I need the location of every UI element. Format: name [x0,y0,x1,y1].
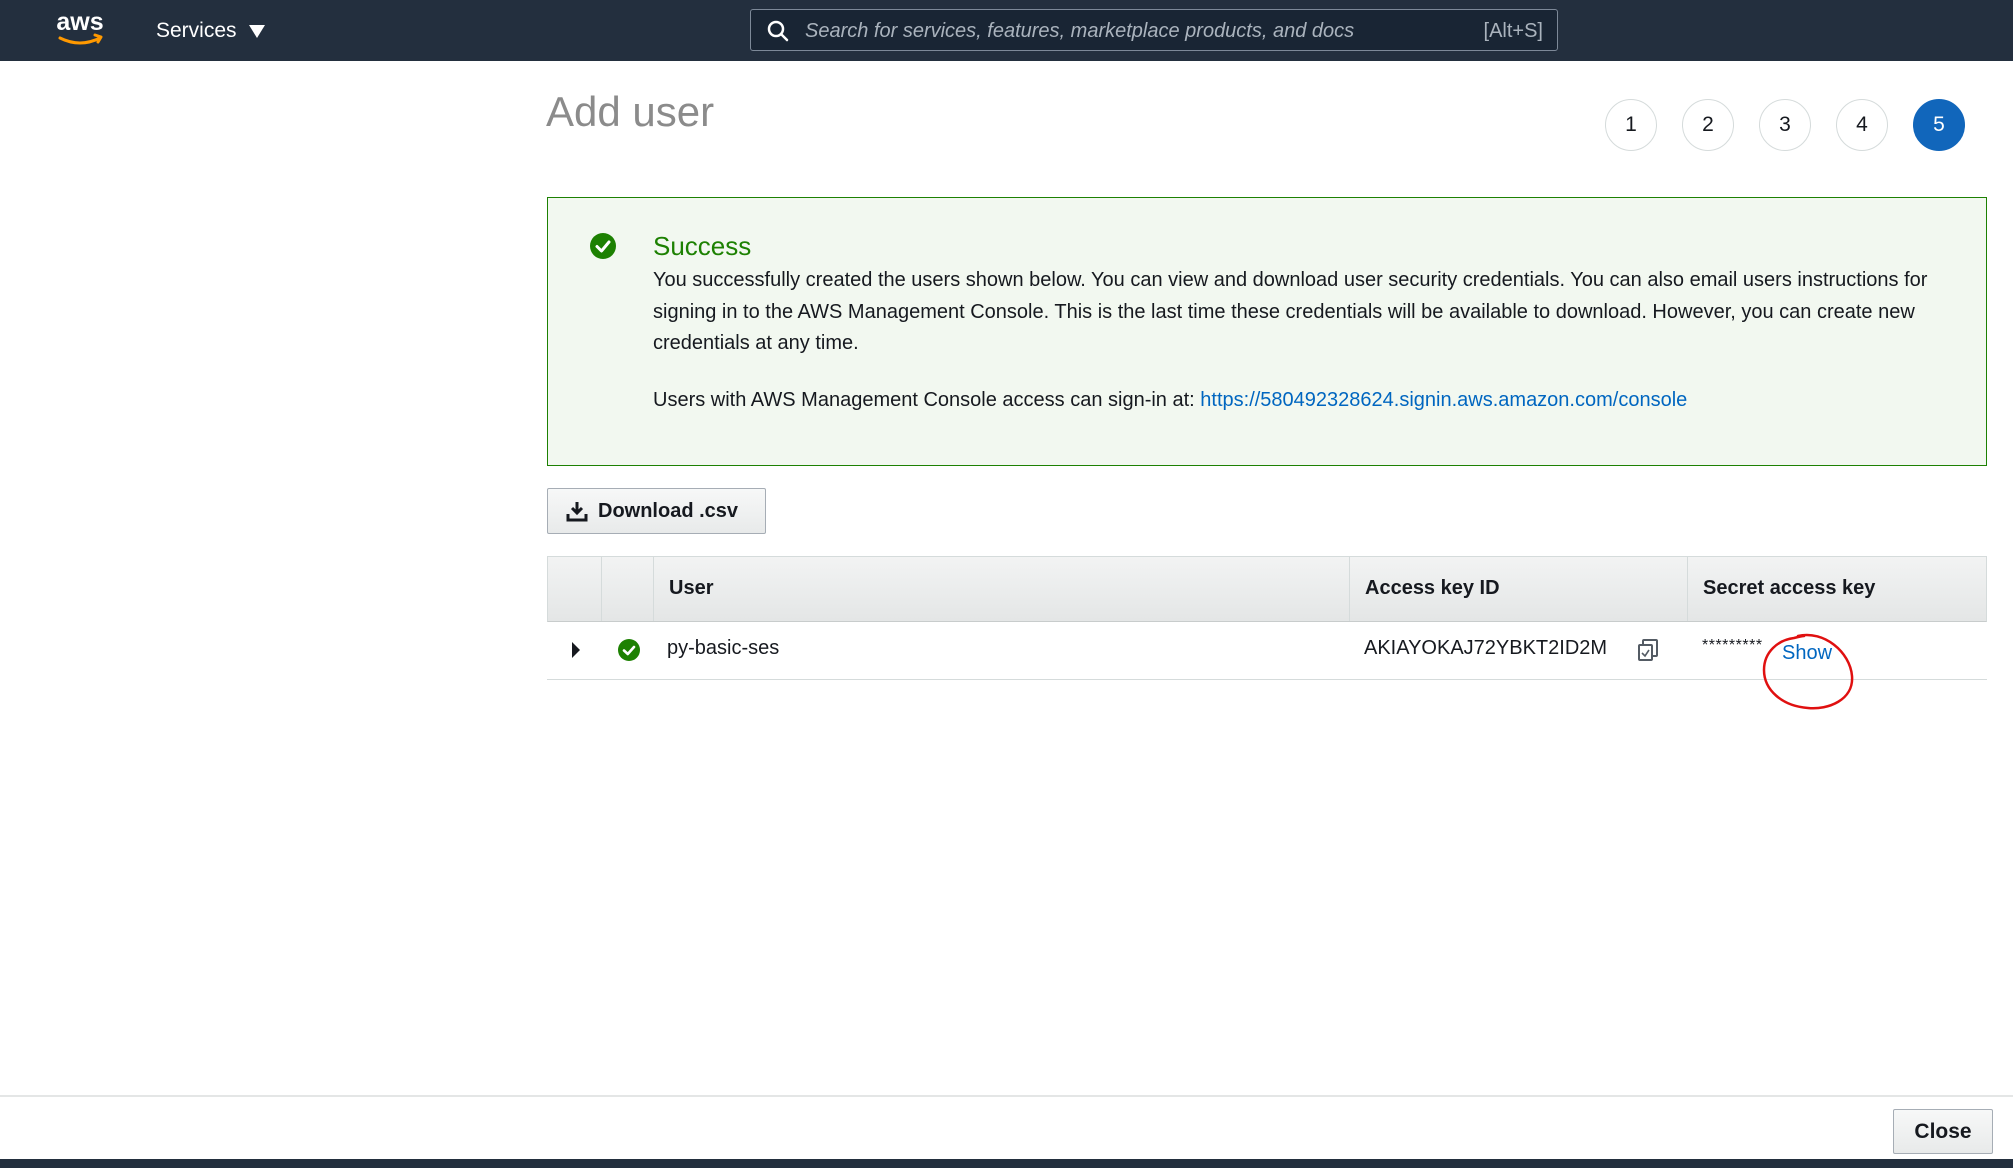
signin-info: Users with AWS Management Console access… [653,385,1687,416]
column-header-access-key-id[interactable]: Access key ID [1365,577,1500,600]
services-menu-button[interactable]: Services [156,16,265,46]
copy-icon[interactable] [1635,637,1661,663]
success-alert: Success You successfully created the use… [547,197,1987,466]
download-icon [566,502,588,522]
alert-message: You successfully created the users shown… [653,269,1928,354]
page-title: Add user [546,88,715,135]
search-shortcut-hint: [Alt+S] [1483,20,1543,42]
users-table-header: User Access key ID Secret access key [547,556,1987,622]
search-placeholder: Search for services, features, marketpla… [805,20,1355,42]
success-check-icon [618,639,640,661]
access-key-id-value: AKIAYOKAJ72YBKT2ID2M [1364,637,1608,659]
download-csv-button[interactable]: Download .csv [547,488,766,534]
step-1[interactable]: 1 [1605,99,1657,151]
caret-down-icon [248,24,265,38]
step-2[interactable]: 2 [1682,99,1734,151]
search-icon [767,20,789,42]
aws-logo[interactable]: aws [52,8,108,50]
step-5-current: 5 [1913,99,1965,151]
close-button[interactable]: Close [1893,1109,1993,1154]
step-4[interactable]: 4 [1836,99,1888,151]
expand-row-caret-icon[interactable] [572,642,580,658]
success-check-icon [590,233,616,259]
column-divider [1349,557,1350,621]
wizard-steps: 1 2 3 4 5 [1605,99,1965,151]
alert-title: Success [653,231,752,261]
secret-key-masked: ********* [1702,637,1763,654]
top-navigation: aws Services Search for services, featur… [0,0,2013,61]
user-name: py-basic-ses [667,637,780,659]
download-label: Download .csv [598,499,739,522]
column-divider [1687,557,1688,621]
signin-prefix: Users with AWS Management Console access… [653,389,1201,411]
svg-text:aws: aws [56,8,103,36]
search-input[interactable]: Search for services, features, marketpla… [750,9,1558,51]
column-header-user[interactable]: User [669,577,713,600]
column-divider [601,557,602,621]
bottom-bar [0,1159,2013,1168]
services-label: Services [156,19,237,42]
column-divider [653,557,654,621]
footer-divider [0,1095,2013,1097]
step-3[interactable]: 3 [1759,99,1811,151]
console-signin-link[interactable]: https://580492328624.signin.aws.amazon.c… [1200,389,1687,411]
column-header-secret-access-key[interactable]: Secret access key [1703,577,1875,600]
show-secret-key-link[interactable]: Show [1782,642,1832,665]
table-row: py-basic-ses AKIAYOKAJ72YBKT2ID2M ******… [547,622,1987,680]
